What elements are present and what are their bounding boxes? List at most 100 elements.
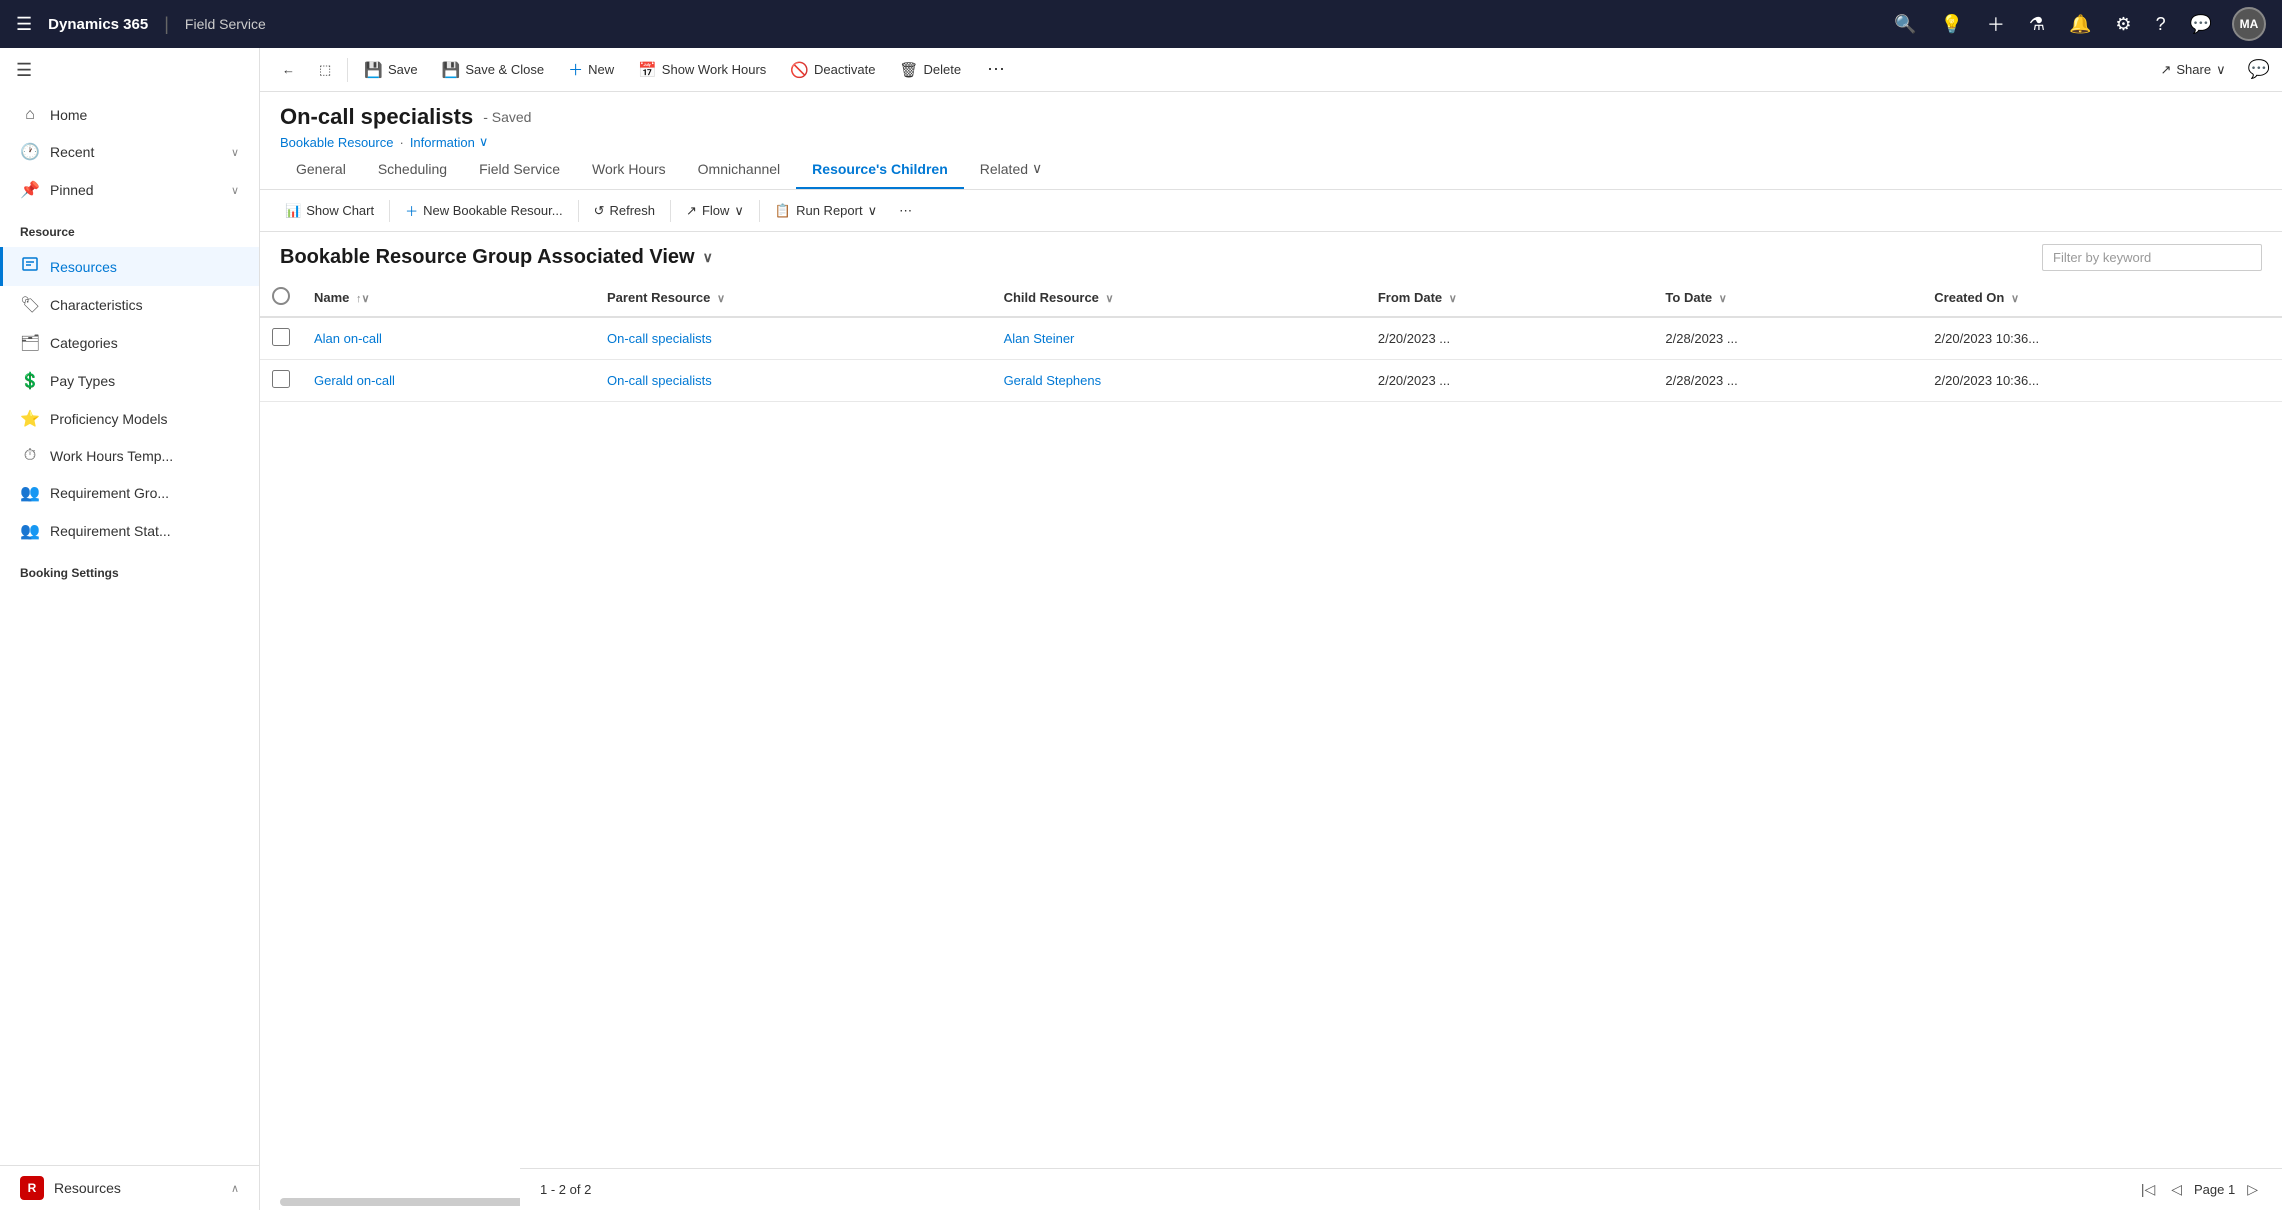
new-bookable-label: New Bookable Resour... [423,203,562,218]
prev-page-button[interactable]: ◁ [2167,1177,2186,1202]
table-row: Alan on-call On-call specialists Alan St… [260,317,2282,360]
sidebar-item-home[interactable]: ⌂ Home [0,97,259,133]
col-from-date[interactable]: From Date ∨ [1366,279,1654,317]
tab-omnichannel[interactable]: Omnichannel [682,151,797,189]
header-checkbox[interactable] [272,287,290,305]
row2-parent-link[interactable]: On-call specialists [607,373,712,388]
breadcrumb[interactable]: Bookable Resource · Information ∨ [280,134,2262,150]
sidebar-item-recent[interactable]: 🕐 Recent ∨ [0,133,259,171]
hamburger-icon[interactable]: ☰ [16,14,32,35]
run-report-button[interactable]: 📋 Run Report ∨ [766,198,886,224]
new-button[interactable]: ＋ New [558,53,624,86]
deactivate-button[interactable]: 🚫 Deactivate [780,55,885,85]
flow-button[interactable]: ↗ Flow ∨ [677,198,753,224]
show-chart-button[interactable]: 📊 Show Chart [276,198,383,224]
sidebar-item-proficiency-label: Proficiency Models [50,411,168,427]
row1-to-date: 2/28/2023 ... [1653,317,1922,360]
requirement-stat-icon: 👥 [20,521,40,541]
sidebar-item-categories-label: Categories [50,335,118,351]
chat-panel-icon[interactable]: 💬 [2248,59,2270,80]
sidebar-item-work-hours-temp[interactable]: ⏱ Work Hours Temp... [0,438,259,474]
row1-checkbox[interactable] [272,328,290,346]
chat-icon[interactable]: 💬 [2186,10,2216,39]
row1-child-link[interactable]: Alan Steiner [1004,331,1075,346]
row2-checkbox[interactable] [272,370,290,388]
save-button[interactable]: 💾 Save [354,55,427,85]
first-page-button[interactable]: |◁ [2137,1177,2159,1202]
sidebar-item-proficiency-models[interactable]: ⭐ Proficiency Models [0,400,259,438]
sub-more-icon: ⋯ [899,203,912,219]
refresh-button[interactable]: ↺ Refresh [585,198,664,224]
save-icon: 💾 [364,61,383,79]
row2-to-date: 2/28/2023 ... [1653,360,1922,402]
row2-child-link[interactable]: Gerald Stephens [1004,373,1102,388]
tab-field-service[interactable]: Field Service [463,151,576,189]
sidebar-item-pinned[interactable]: 📌 Pinned ∨ [0,171,259,209]
characteristics-icon: 🏷 [20,295,40,315]
share-button[interactable]: ↗ Share ∨ [2150,56,2235,84]
sidebar-item-resources[interactable]: Resources [0,247,259,286]
requirement-gro-icon: 👥 [20,483,40,503]
sidebar-item-characteristics[interactable]: 🏷 Characteristics [0,286,259,324]
avatar[interactable]: MA [2232,7,2266,41]
col-to-date-label: To Date [1665,290,1712,305]
show-work-hours-label: Show Work Hours [662,62,767,77]
settings-icon[interactable]: ⚙ [2111,10,2135,39]
col-parent-resource[interactable]: Parent Resource ∨ [595,279,992,317]
breadcrumb-sep: · [399,135,403,150]
col-child-label: Child Resource [1004,290,1099,305]
delete-icon: 🗑 [899,61,918,79]
col-child-resource[interactable]: Child Resource ∨ [992,279,1366,317]
deactivate-icon: 🚫 [790,61,809,79]
table-container: Name ↑∨ Parent Resource ∨ Child Resource… [260,279,2282,1194]
search-icon[interactable]: 🔍 [1890,10,1920,39]
tab-related[interactable]: Related ∨ [964,150,1059,189]
breadcrumb-current[interactable]: Information ∨ [410,134,489,150]
next-page-button[interactable]: ▷ [2243,1177,2262,1202]
open-icon: ⬚ [319,62,331,78]
sidebar-item-requirement-stat[interactable]: 👥 Requirement Stat... [0,512,259,550]
bell-icon[interactable]: 🔔 [2065,10,2095,39]
page-title-row: On-call specialists - Saved [280,104,2262,130]
row1-name-link[interactable]: Alan on-call [314,331,382,346]
plus-icon[interactable]: ＋ [1983,7,2009,41]
tab-resources-children[interactable]: Resource's Children [796,151,964,189]
row1-parent-link[interactable]: On-call specialists [607,331,712,346]
sub-more-button[interactable]: ⋯ [890,198,921,224]
sidebar-item-requirement-gro-label: Requirement Gro... [50,485,169,501]
pinned-icon: 📌 [20,180,40,200]
delete-label: Delete [923,62,961,77]
sidebar-toggle[interactable]: ☰ [0,48,259,93]
sidebar-item-requirement-gro[interactable]: 👥 Requirement Gro... [0,474,259,512]
col-created-on[interactable]: Created On ∨ [1922,279,2282,317]
pinned-chevron: ∨ [231,184,239,197]
breadcrumb-base: Bookable Resource [280,135,393,150]
show-work-hours-button[interactable]: 📅 Show Work Hours [628,55,776,85]
run-report-icon: 📋 [775,203,791,219]
tab-scheduling[interactable]: Scheduling [362,151,463,189]
table-row: Gerald on-call On-call specialists Geral… [260,360,2282,402]
more-button[interactable]: ⋯ [979,55,1013,84]
col-parent-label: Parent Resource [607,290,710,305]
open-button[interactable]: ⬚ [309,56,341,84]
filter-input[interactable] [2042,244,2262,271]
lightbulb-icon[interactable]: 💡 [1936,10,1966,39]
row2-name-link[interactable]: Gerald on-call [314,373,395,388]
view-title-chevron[interactable]: ∨ [703,249,713,266]
new-bookable-resour-button[interactable]: ＋ New Bookable Resour... [396,196,571,225]
sidebar-item-requirement-stat-label: Requirement Stat... [50,523,171,539]
sidebar-item-resources-label: Resources [50,259,117,275]
col-name[interactable]: Name ↑∨ [302,279,595,317]
filter-icon[interactable]: ⚗ [2025,10,2049,39]
col-to-date[interactable]: To Date ∨ [1653,279,1922,317]
tab-work-hours[interactable]: Work Hours [576,151,682,189]
delete-button[interactable]: 🗑 Delete [889,55,971,85]
question-icon[interactable]: ? [2152,10,2170,39]
sidebar-item-pay-types[interactable]: 💲 Pay Types [0,362,259,400]
sidebar-item-categories[interactable]: 🗂 Categories [0,324,259,362]
tab-general[interactable]: General [280,151,362,189]
sidebar-bottom-resources[interactable]: R Resources ∧ [0,1166,259,1210]
col-from-date-sort: ∨ [1449,293,1457,305]
save-close-button[interactable]: 💾 Save & Close [432,55,554,85]
back-button[interactable]: ← [272,56,305,83]
